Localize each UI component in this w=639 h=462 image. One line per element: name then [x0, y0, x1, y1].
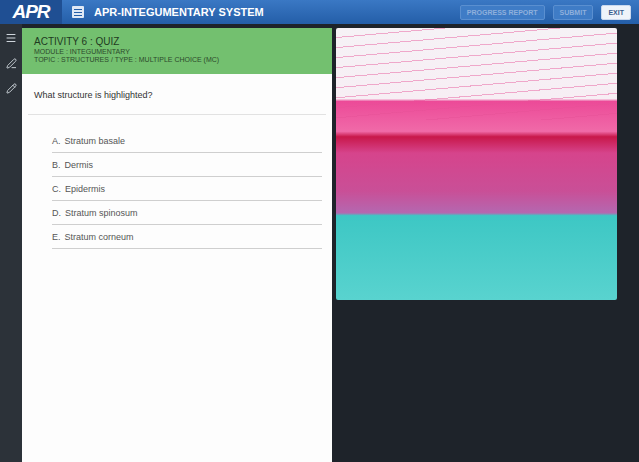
question: What structure is highlighted? [28, 74, 326, 115]
book-icon [72, 6, 84, 18]
top-button[interactable]: SUBMIT [553, 5, 594, 20]
top-button[interactable]: EXIT [601, 5, 631, 20]
answer-option[interactable]: A.Stratum basale [52, 129, 322, 153]
main-area: ACTIVITY 6 : QUIZMODULE : INTEGUMENTARYT… [0, 24, 639, 462]
activity-module: MODULE : INTEGUMENTARY [34, 48, 320, 55]
sidebar [0, 24, 22, 462]
answer-option[interactable]: D.Stratum spinosum [52, 201, 322, 225]
answer-option[interactable]: E.Stratum corneum [52, 225, 322, 249]
skin-micrograph [336, 28, 617, 300]
app-title: APR-INTEGUMENTARY SYSTEM [94, 6, 452, 18]
activity-title: ACTIVITY 6 : QUIZ [34, 36, 320, 47]
menu-icon[interactable] [5, 32, 17, 44]
app: APR APR-INTEGUMENTARY SYSTEM PROGRESS REPO… [0, 0, 639, 462]
answer-option[interactable]: C.Epidermis [52, 177, 322, 201]
marker-icon[interactable] [6, 58, 17, 69]
option-list: A.Stratum basaleB.DermisC.EpidermisD.Str… [22, 115, 332, 249]
activity-topic: TOPIC : STRUCTURES / TYPE : MULTIPLE CHO… [34, 56, 320, 63]
apr-logo: APR [0, 0, 62, 24]
top-button[interactable]: PROGRESS REPORT [460, 5, 545, 20]
top-bar: APR APR-INTEGUMENTARY SYSTEM PROGRESS REPO… [0, 0, 639, 24]
image-viewer [332, 24, 639, 462]
activity-header: ACTIVITY 6 : QUIZMODULE : INTEGUMENTARYT… [22, 28, 332, 74]
quiz-panel: ACTIVITY 6 : QUIZMODULE : INTEGUMENTARYT… [22, 28, 332, 462]
answer-option[interactable]: B.Dermis [52, 153, 322, 177]
pencil-icon[interactable] [6, 83, 17, 94]
